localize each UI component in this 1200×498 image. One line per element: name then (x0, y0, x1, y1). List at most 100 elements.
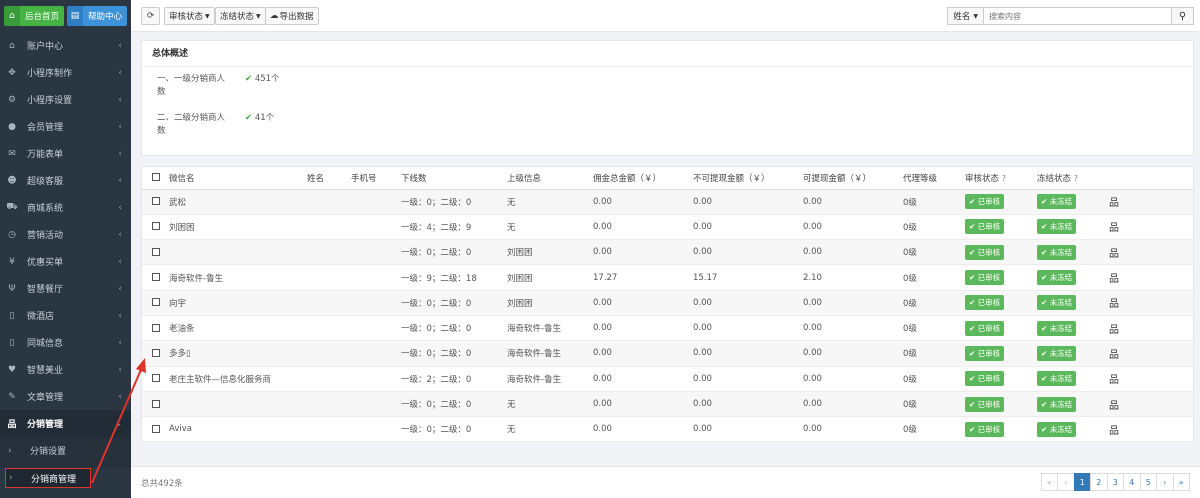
header-downline[interactable]: 下线数 (401, 167, 507, 190)
sidebar-item[interactable]: ✉ 万能表单 ‹ (0, 140, 131, 167)
sitemap-icon[interactable]: 品 (1109, 249, 1119, 260)
row-checkbox[interactable] (152, 273, 160, 282)
sidebar-item[interactable]: ▯ 同城信息 ‹ (0, 329, 131, 356)
page-link[interactable]: 5 (1139, 473, 1157, 491)
page-link[interactable]: « (1040, 473, 1058, 491)
header-name[interactable]: 姓名 (307, 167, 351, 190)
sidebar-item[interactable]: ♥ 智慧美业 ‹ (0, 356, 131, 383)
check-icon: ✔ (245, 74, 253, 84)
audit-status-badge[interactable]: ✔ 已审核 (965, 345, 1005, 361)
sidebar-item[interactable]: ▯ 微酒店 ‹ (0, 302, 131, 329)
page-link[interactable]: 1 (1073, 473, 1091, 491)
cloud-download-icon: ☁ (270, 11, 279, 21)
freeze-status-badge[interactable]: ✔ 未冻结 (1037, 270, 1077, 286)
header-audit[interactable]: 审核状态 ? (965, 167, 1037, 190)
cell-total: 0.00 (593, 189, 693, 215)
freeze-status-badge[interactable]: ✔ 未冻结 (1037, 371, 1077, 387)
audit-status-badge[interactable]: ✔ 已审核 (965, 194, 1005, 210)
select-all-checkbox[interactable] (152, 173, 160, 182)
help-mark: ? (1073, 173, 1078, 183)
sidebar-item[interactable]: ⌂ 账户中心 ‹ (0, 32, 131, 59)
sitemap-icon[interactable]: 品 (1109, 325, 1119, 336)
row-checkbox[interactable] (152, 348, 160, 357)
freeze-status-badge[interactable]: ✔ 未冻结 (1037, 396, 1077, 412)
header-wechat[interactable]: 微信名 (169, 167, 307, 190)
row-checkbox[interactable] (152, 323, 160, 332)
sidebar-item[interactable]: ☻ 超级客服 ‹ (0, 167, 131, 194)
search-input[interactable] (984, 7, 1172, 25)
search-button[interactable]: ⚲ (1172, 7, 1194, 25)
header-parent[interactable]: 上级信息 (507, 167, 593, 190)
cell-withdrawable: 0.00 (803, 416, 903, 443)
freeze-status-badge[interactable]: ✔ 未冻结 (1037, 194, 1077, 210)
sidebar-item[interactable]: ◷ 营销活动 ‹ (0, 221, 131, 248)
freeze-status-dropdown[interactable]: 冻结状态 ▼ (215, 7, 266, 25)
sidebar-subitem-distributor-management[interactable]: › 分销商管理 (5, 468, 91, 488)
cell-phone (351, 189, 401, 215)
header-freeze[interactable]: 冻结状态 ? (1037, 167, 1109, 190)
page-link[interactable]: 2 (1090, 473, 1108, 491)
sidebar-item-distribution[interactable]: 品 分销管理 ⌄ (0, 410, 131, 437)
audit-status-badge[interactable]: ✔ 已审核 (965, 244, 1005, 260)
page-link[interactable]: › (1156, 473, 1174, 491)
audit-status-badge[interactable]: ✔ 已审核 (965, 320, 1005, 336)
page-link[interactable]: 3 (1106, 473, 1124, 491)
sidebar-item[interactable]: Ψ 智慧餐厅 ‹ (0, 275, 131, 302)
page-link[interactable]: 4 (1123, 473, 1141, 491)
audit-status-dropdown[interactable]: 审核状态 ▼ (164, 7, 215, 25)
cell-name (307, 391, 351, 418)
header-phone[interactable]: 手机号 (351, 167, 401, 190)
sidebar-item[interactable]: ✥ 小程序制作 ‹ (0, 59, 131, 86)
sidebar-subitem-distribution-settings[interactable]: › 分销设置 (0, 437, 131, 464)
cell-name (307, 340, 351, 367)
cell-wechat: 老庄主软件—信息化服务商 (169, 366, 307, 392)
sitemap-icon[interactable]: 品 (1109, 299, 1119, 310)
audit-status-badge[interactable]: ✔ 已审核 (965, 371, 1005, 387)
help-button[interactable]: ▤ 帮助中心 (67, 6, 128, 26)
audit-status-badge[interactable]: ✔ 已审核 (965, 295, 1005, 311)
sitemap-icon[interactable]: 品 (1109, 350, 1119, 361)
sitemap-icon[interactable]: 品 (1109, 274, 1119, 285)
sidebar-item[interactable]: ¥ 优惠买单 ‹ (0, 248, 131, 275)
audit-status-badge[interactable]: ✔ 已审核 (965, 219, 1005, 235)
freeze-status-badge[interactable]: ✔ 未冻结 (1037, 295, 1077, 311)
cell-name (307, 239, 351, 266)
sidebar-item[interactable]: ✎ 文章管理 ‹ (0, 383, 131, 410)
audit-status-badge[interactable]: ✔ 已审核 (965, 270, 1005, 286)
sidebar-item[interactable]: ⛟ 商城系统 ‹ (0, 194, 131, 221)
footer: 总共492条 «‹ 1 2 3 4 5 ›» (131, 466, 1200, 498)
header-withdrawable[interactable]: 可提现金额（￥） (803, 167, 903, 190)
header-locked[interactable]: 不可提现金额（￥） (693, 167, 803, 190)
sidebar-item[interactable]: ⚙ 小程序设置 ‹ (0, 86, 131, 113)
sitemap-icon[interactable]: 品 (1109, 401, 1119, 412)
freeze-status-badge[interactable]: ✔ 未冻结 (1037, 244, 1077, 260)
row-checkbox[interactable] (152, 247, 160, 256)
row-checkbox[interactable] (152, 399, 160, 408)
sidebar-item[interactable]: ● 会员管理 ‹ (0, 113, 131, 140)
row-checkbox[interactable] (152, 374, 160, 383)
sitemap-icon[interactable]: 品 (1109, 223, 1119, 234)
sitemap-icon[interactable]: 品 (1109, 375, 1119, 386)
cell-level: 0级 (903, 416, 965, 443)
row-checkbox[interactable] (152, 298, 160, 307)
freeze-status-badge[interactable]: ✔ 未冻结 (1037, 345, 1077, 361)
home-button[interactable]: ⌂ 后台首页 (4, 6, 65, 26)
yen-icon: ¥ (9, 256, 15, 267)
page-link[interactable]: » (1172, 473, 1190, 491)
row-checkbox[interactable] (152, 424, 160, 433)
page-link[interactable]: ‹ (1057, 473, 1075, 491)
freeze-status-badge[interactable]: ✔ 未冻结 (1037, 219, 1077, 235)
row-checkbox[interactable] (152, 197, 160, 206)
sitemap-icon[interactable]: 品 (1109, 426, 1119, 437)
header-level[interactable]: 代理等级 (903, 167, 965, 190)
audit-status-badge[interactable]: ✔ 已审核 (965, 421, 1005, 437)
sitemap-icon[interactable]: 品 (1109, 198, 1119, 209)
search-field-dropdown[interactable]: 姓名 ▼ (947, 7, 984, 25)
row-checkbox[interactable] (152, 222, 160, 231)
refresh-button[interactable]: ⟳ (141, 7, 160, 25)
freeze-status-badge[interactable]: ✔ 未冻结 (1037, 320, 1077, 336)
header-total[interactable]: 佣金总金额（￥） (593, 167, 693, 190)
freeze-status-badge[interactable]: ✔ 未冻结 (1037, 421, 1077, 437)
audit-status-badge[interactable]: ✔ 已审核 (965, 396, 1005, 412)
export-button[interactable]: ☁ 导出数据 (265, 7, 319, 25)
